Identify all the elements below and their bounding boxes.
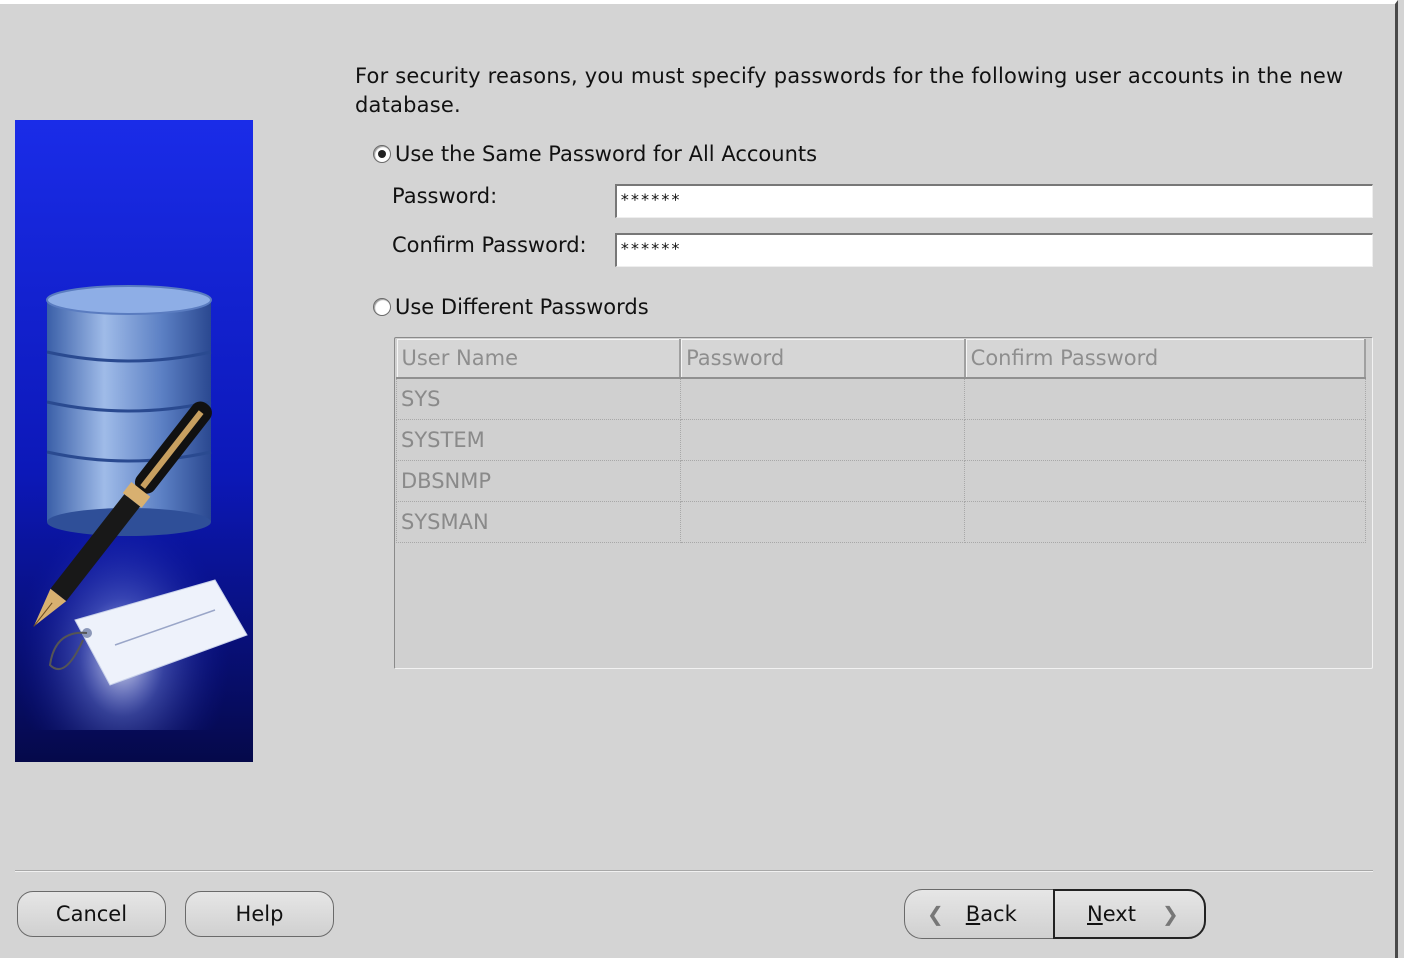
user-name-cell: SYS bbox=[396, 377, 681, 420]
cancel-button[interactable]: Cancel bbox=[17, 891, 166, 937]
user-name-cell: DBSNMP bbox=[396, 460, 681, 502]
accounts-table: User Name Password Confirm Password SYS … bbox=[394, 337, 1373, 669]
chevron-right-icon: ❯ bbox=[1161, 902, 1179, 926]
same-password-radio[interactable]: Use the Same Password for All Accounts bbox=[373, 142, 817, 166]
user-name-cell: SYSMAN bbox=[396, 501, 681, 543]
table-header-row: User Name Password Confirm Password bbox=[396, 339, 1367, 379]
wizard-window: For security reasons, you must specify p… bbox=[0, 0, 1398, 958]
different-passwords-label: Use Different Passwords bbox=[395, 295, 649, 319]
table-row[interactable]: SYSMAN bbox=[396, 501, 1366, 543]
password-cell[interactable] bbox=[679, 501, 966, 543]
column-header-user-name[interactable]: User Name bbox=[396, 339, 682, 379]
footer-divider bbox=[15, 870, 1373, 872]
confirm-password-label: Confirm Password: bbox=[392, 233, 587, 257]
confirm-password-cell[interactable] bbox=[964, 377, 1366, 420]
password-cell[interactable] bbox=[679, 419, 966, 461]
password-cell[interactable] bbox=[679, 377, 966, 420]
table-row[interactable]: SYSTEM bbox=[396, 419, 1366, 461]
next-button[interactable]: Next ❯ bbox=[1053, 889, 1206, 939]
next-label: Next bbox=[1087, 902, 1136, 926]
password-field[interactable]: ****** bbox=[615, 184, 1373, 218]
chevron-left-icon: ❮ bbox=[927, 902, 944, 926]
back-button[interactable]: ❮ Back bbox=[904, 889, 1053, 939]
column-header-password[interactable]: Password bbox=[680, 339, 966, 379]
table-row[interactable]: DBSNMP bbox=[396, 460, 1366, 502]
confirm-password-cell[interactable] bbox=[964, 419, 1366, 461]
password-cell[interactable] bbox=[679, 460, 966, 502]
different-passwords-radio[interactable]: Use Different Passwords bbox=[373, 295, 649, 319]
navigation-buttons: ❮ Back Next ❯ bbox=[904, 889, 1206, 939]
radio-selected-icon[interactable] bbox=[373, 145, 391, 163]
back-label: Back bbox=[965, 902, 1017, 926]
same-password-label: Use the Same Password for All Accounts bbox=[395, 142, 818, 166]
confirm-password-field[interactable]: ****** bbox=[615, 233, 1373, 267]
table-row[interactable]: SYS bbox=[396, 377, 1366, 420]
database-illustration bbox=[15, 120, 253, 762]
column-header-confirm-password[interactable]: Confirm Password bbox=[964, 339, 1367, 379]
help-button[interactable]: Help bbox=[185, 891, 334, 937]
database-pen-illustration-icon bbox=[15, 120, 253, 762]
radio-unselected-icon[interactable] bbox=[373, 298, 391, 316]
confirm-password-cell[interactable] bbox=[964, 460, 1366, 502]
password-label: Password: bbox=[392, 184, 498, 208]
user-name-cell: SYSTEM bbox=[396, 419, 681, 461]
confirm-password-cell[interactable] bbox=[964, 501, 1366, 543]
intro-text: For security reasons, you must specify p… bbox=[355, 64, 1344, 117]
